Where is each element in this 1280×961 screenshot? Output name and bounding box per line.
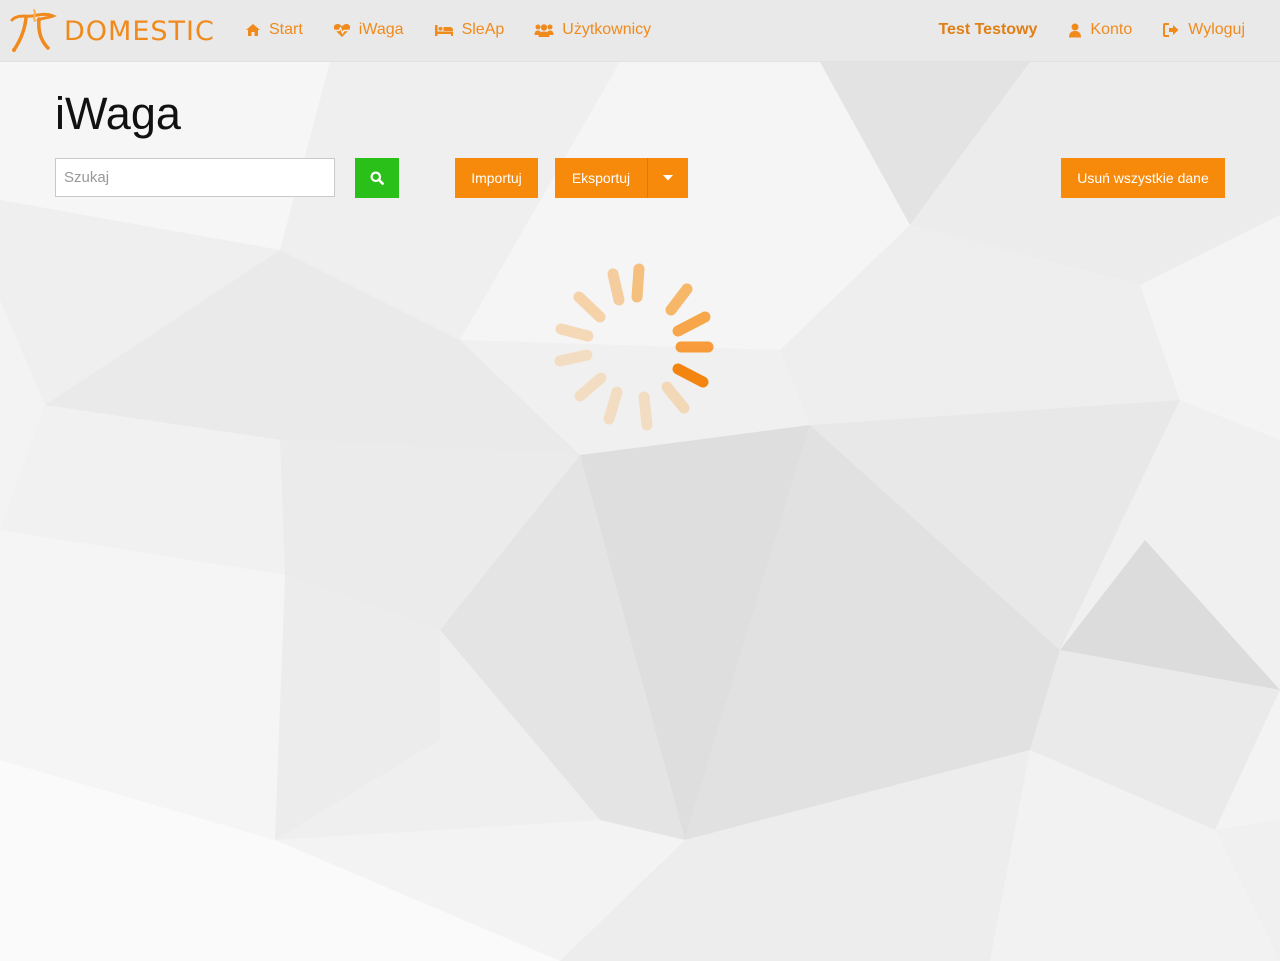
loading-spinner-icon (554, 263, 714, 431)
brand-logo-link[interactable]: DOMESTIC (8, 7, 215, 55)
caret-down-icon (663, 175, 673, 181)
export-dropdown-toggle[interactable] (647, 158, 688, 198)
search-icon (370, 171, 384, 185)
nav-item-iwaga[interactable]: iWaga (333, 21, 404, 39)
nav-item-account[interactable]: Konto (1068, 21, 1132, 39)
current-user-name[interactable]: Test Testowy (938, 21, 1037, 39)
nav-item-label: iWaga (358, 21, 404, 38)
brand-name: DOMESTIC (64, 15, 215, 47)
nav-item-label: Konto (1090, 21, 1133, 38)
nav-item-label: SleAp (461, 21, 505, 38)
sign-out-icon (1163, 23, 1179, 37)
home-icon (246, 24, 260, 36)
nav-item-sleap[interactable]: SleAp (434, 21, 505, 39)
nav-item-users[interactable]: Użytkownicy (534, 21, 651, 39)
nav-item-label: Użytkownicy (562, 21, 652, 38)
polygon-background (0, 0, 1280, 961)
nav-item-logout[interactable]: Wyloguj (1163, 21, 1245, 39)
heartbeat-icon (333, 23, 350, 37)
top-navbar: DOMESTIC Start iWaga SleAp Użytkownicy T… (0, 0, 1280, 62)
pi-flame-logo-icon (10, 9, 57, 52)
user-nav: Test Testowy Konto Wyloguj (938, 0, 1245, 60)
bed-icon (434, 25, 453, 36)
page-title: iWaga (55, 88, 181, 139)
nav-item-label: Wyloguj (1188, 21, 1245, 38)
main-nav: Start iWaga SleAp Użytkownicy (245, 0, 681, 60)
nav-item-start[interactable]: Start (245, 21, 303, 39)
nav-item-label: Start (269, 21, 303, 38)
import-button[interactable]: Importuj (455, 158, 538, 198)
search-button[interactable] (355, 158, 399, 198)
users-icon (534, 23, 554, 37)
export-button[interactable]: Eksportuj (555, 158, 647, 198)
delete-all-data-button[interactable]: Usuń wszystkie dane (1061, 158, 1225, 198)
search-input[interactable] (55, 158, 335, 197)
user-icon (1069, 23, 1082, 37)
